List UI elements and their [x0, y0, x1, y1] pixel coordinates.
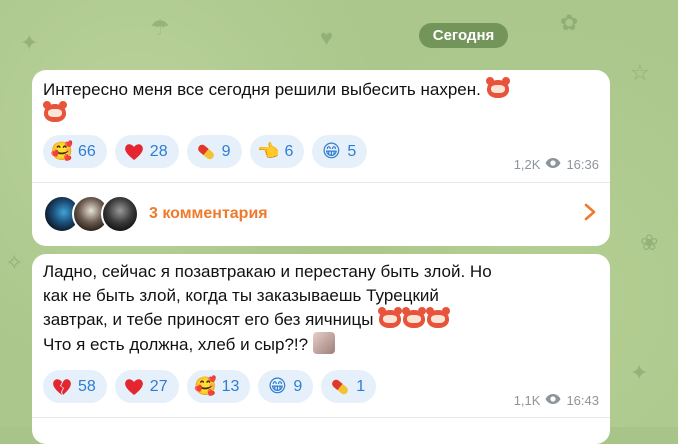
- reactions-bar: 58 27 🥰 13 😁 9 1: [43, 370, 377, 403]
- message-time: 16:43: [566, 393, 599, 408]
- reaction-count: 28: [149, 142, 168, 160]
- doodle-icon: ✿: [560, 10, 579, 35]
- reaction-button[interactable]: 🥰 13: [186, 370, 251, 403]
- broken-heart-icon: [51, 376, 73, 398]
- reaction-button[interactable]: 58: [43, 370, 107, 403]
- pill-icon: [329, 376, 351, 398]
- angry-bear-emoji-icon: [485, 77, 510, 98]
- chevron-right-icon: [584, 203, 596, 226]
- reaction-count: 5: [347, 142, 357, 160]
- message-meta: 1,2K 16:36: [514, 157, 599, 172]
- smiling-face-with-hearts-icon: 🥰: [50, 141, 74, 161]
- smiling-face-with-hearts-icon: 🥰: [194, 376, 217, 396]
- views-count: 1,1K: [513, 393, 541, 408]
- grinning-face-icon: 😁: [322, 141, 341, 161]
- reaction-count: 27: [149, 377, 168, 395]
- doodle-icon: ❀: [640, 230, 659, 255]
- doodle-icon: ✦: [20, 30, 39, 55]
- message-meta: 1,1K 16:43: [514, 393, 599, 408]
- reactions-bar: 🥰 66 28 9 👈 6 😁 5: [43, 135, 368, 168]
- sticker-emoji-icon: [312, 332, 335, 354]
- angry-bear-emoji-icon: [43, 101, 67, 122]
- commenter-avatars: [43, 195, 139, 233]
- divider: [32, 182, 610, 183]
- red-heart-icon: [123, 376, 145, 398]
- date-label: Сегодня: [432, 27, 495, 44]
- divider: [32, 417, 610, 418]
- message-text-line: Интересно меня все сегодня решили выбеси…: [43, 80, 481, 99]
- message-time: 16:36: [566, 157, 599, 172]
- doodle-icon: ✧: [5, 250, 24, 275]
- reaction-button[interactable]: 27: [114, 370, 179, 403]
- reaction-count: 58: [78, 377, 96, 395]
- doodle-icon: ☂: [150, 15, 170, 40]
- eye-icon: [545, 393, 561, 408]
- comments-link[interactable]: 3 комментария: [43, 192, 596, 236]
- reaction-count: 9: [293, 377, 303, 395]
- pointing-hand-icon: 👈: [257, 141, 280, 161]
- reaction-button[interactable]: 🥰 66: [43, 135, 107, 168]
- grinning-face-icon: 😁: [268, 376, 287, 396]
- message-text-line: Ладно, сейчас я позавтракаю и перестану …: [43, 262, 492, 281]
- pill-icon: [195, 141, 217, 163]
- reaction-count: 1: [356, 377, 366, 395]
- message-text: Ладно, сейчас я позавтракаю и перестану …: [43, 260, 596, 357]
- message-text: Интересно меня все сегодня решили выбеси…: [43, 77, 596, 126]
- views-count: 1,2K: [513, 157, 541, 172]
- reaction-button[interactable]: 😁 5: [312, 135, 368, 168]
- message-text-line: завтрак, и тебе приносят его без яичницы: [43, 310, 374, 329]
- reaction-count: 13: [221, 377, 240, 395]
- reaction-button[interactable]: 😁 9: [258, 370, 314, 403]
- doodle-icon: ✦: [630, 360, 649, 385]
- reaction-button[interactable]: 1: [321, 370, 377, 403]
- reaction-button[interactable]: 9: [186, 135, 242, 168]
- message-bubble[interactable]: Ладно, сейчас я позавтракаю и перестану …: [32, 254, 610, 444]
- avatar: [101, 195, 139, 233]
- message-text-line: Что я есть должна, хлеб и сыр?!?: [43, 335, 309, 354]
- message-bubble[interactable]: Интересно меня все сегодня решили выбеси…: [32, 70, 610, 246]
- comments-label: 3 комментария: [149, 205, 268, 222]
- doodle-icon: ☆: [630, 60, 650, 85]
- date-separator: Сегодня: [419, 23, 508, 48]
- reaction-button[interactable]: 28: [114, 135, 179, 168]
- eye-icon: [545, 157, 561, 172]
- angry-bear-emoji-icon: [378, 307, 403, 328]
- angry-bear-emoji-icon: [426, 307, 451, 328]
- red-heart-icon: [123, 141, 145, 163]
- angry-bear-emoji-icon: [402, 307, 427, 328]
- doodle-icon: ♥: [320, 25, 334, 50]
- reaction-count: 9: [221, 142, 231, 160]
- reaction-count: 66: [78, 142, 96, 160]
- message-text-line: как не быть злой, когда ты заказываешь Т…: [43, 286, 439, 305]
- reaction-button[interactable]: 👈 6: [249, 135, 305, 168]
- reaction-count: 6: [284, 142, 294, 160]
